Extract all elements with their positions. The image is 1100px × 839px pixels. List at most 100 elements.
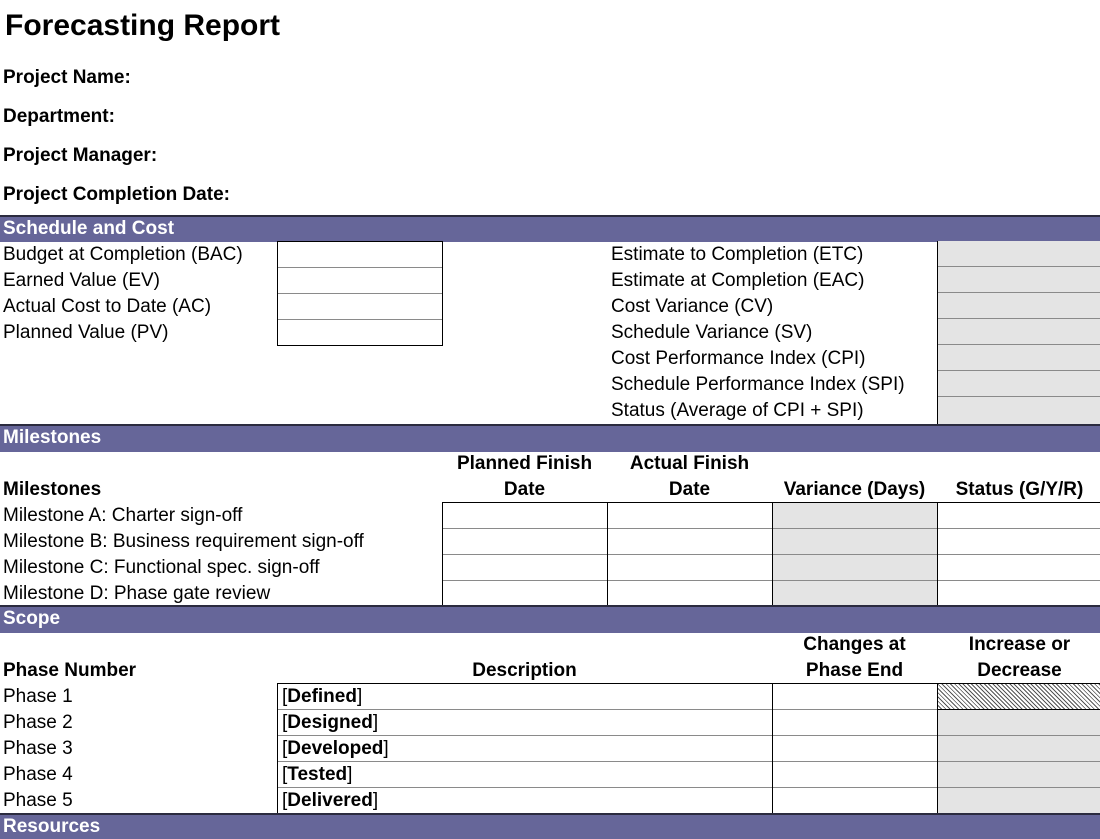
increase-decrease-value [938, 762, 1100, 788]
phase-label: Phase 4 [3, 764, 73, 785]
sv-label: Schedule Variance (SV) [611, 322, 813, 343]
department-label: Department: [3, 106, 115, 127]
status-value [938, 397, 1100, 424]
variance-value [773, 555, 937, 581]
ac-label: Actual Cost to Date (AC) [3, 296, 212, 317]
actual-finish-column [607, 503, 772, 606]
increase-decrease-value-hatched [938, 684, 1100, 710]
cv-label: Cost Variance (CV) [611, 296, 774, 317]
phase-label: Phase 5 [3, 790, 73, 811]
schedule-inputs-box [277, 241, 443, 346]
increase-decrease-column [937, 684, 1100, 814]
spi-value [938, 371, 1100, 397]
changes-input[interactable] [773, 788, 937, 813]
bac-label: Budget at Completion (BAC) [3, 244, 243, 265]
description-column: [Defined] [Designed] [Developed] [Tested… [277, 684, 772, 814]
cv-value [938, 293, 1100, 319]
planned-finish-column [442, 503, 607, 606]
calculated-values-column [937, 241, 1100, 424]
phase-number-header: Phase Number [3, 660, 137, 681]
planned-finish-header-line2: Date [503, 479, 546, 500]
planned-finish-header-line1: Planned Finish [456, 453, 593, 474]
pv-label: Planned Value (PV) [3, 322, 169, 343]
description-input[interactable]: [Delivered] [278, 788, 772, 813]
milestone-a-label: Milestone A: Charter sign-off [3, 505, 243, 526]
actual-finish-header-line1: Actual Finish [629, 453, 750, 474]
changes-column [772, 684, 937, 814]
variance-header: Variance (Days) [783, 479, 926, 500]
planned-finish-input[interactable] [443, 503, 607, 529]
increase-decrease-header-line1: Increase or [968, 634, 1071, 655]
description-text: Delivered [287, 790, 373, 811]
planned-finish-input[interactable] [443, 555, 607, 581]
milestone-b-label: Milestone B: Business requirement sign-o… [3, 531, 364, 552]
status-input[interactable] [938, 503, 1100, 529]
bracket-close: ] [372, 790, 379, 811]
planned-finish-input[interactable] [443, 581, 607, 605]
actual-finish-input[interactable] [608, 555, 772, 581]
planned-finish-input[interactable] [443, 529, 607, 555]
phase-label: Phase 2 [3, 712, 73, 733]
actual-finish-input[interactable] [608, 581, 772, 605]
description-header: Description [472, 660, 577, 681]
ac-input[interactable] [278, 294, 442, 320]
cpi-value [938, 345, 1100, 371]
changes-input[interactable] [773, 736, 937, 762]
ev-input[interactable] [278, 268, 442, 294]
increase-decrease-value [938, 788, 1100, 813]
phase-label: Phase 1 [3, 686, 73, 707]
page-title: Forecasting Report [5, 9, 281, 42]
cpi-label: Cost Performance Index (CPI) [611, 348, 866, 369]
eac-label: Estimate at Completion (EAC) [611, 270, 865, 291]
sv-value [938, 319, 1100, 345]
description-text: Designed [287, 712, 373, 733]
actual-finish-input[interactable] [608, 529, 772, 555]
milestone-c-label: Milestone C: Functional spec. sign-off [3, 557, 320, 578]
project-name-label: Project Name: [3, 67, 131, 88]
description-input[interactable]: [Tested] [278, 762, 772, 788]
description-input[interactable]: [Designed] [278, 710, 772, 736]
changes-input[interactable] [773, 684, 937, 710]
increase-decrease-header-line2: Decrease [977, 660, 1062, 681]
scope-grid: [Defined] [Designed] [Developed] [Tested… [277, 683, 1100, 814]
variance-value [773, 581, 937, 605]
actual-finish-header-line2: Date [668, 479, 711, 500]
section-header-resources: Resources [0, 813, 1100, 839]
project-manager-label: Project Manager: [3, 145, 158, 166]
section-header-scope: Scope [0, 605, 1100, 633]
description-text: Developed [287, 738, 384, 759]
bracket-close: ] [356, 686, 363, 707]
milestones-column-header: Milestones [3, 479, 102, 500]
bracket-close: ] [347, 764, 353, 785]
increase-decrease-value [938, 710, 1100, 736]
pv-input[interactable] [278, 320, 442, 344]
status-label: Status (Average of CPI + SPI) [611, 400, 864, 421]
section-header-milestones: Milestones [0, 424, 1100, 452]
description-input[interactable]: [Defined] [278, 684, 772, 710]
changes-input[interactable] [773, 710, 937, 736]
milestones-grid [442, 502, 1100, 606]
status-column [937, 503, 1100, 606]
variance-value [773, 503, 937, 529]
increase-decrease-value [938, 736, 1100, 762]
eac-value [938, 267, 1100, 293]
phase-label: Phase 3 [3, 738, 73, 759]
completion-date-label: Project Completion Date: [3, 184, 230, 205]
description-input[interactable]: [Developed] [278, 736, 772, 762]
ev-label: Earned Value (EV) [3, 270, 161, 291]
status-input[interactable] [938, 529, 1100, 555]
milestone-d-label: Milestone D: Phase gate review [3, 583, 271, 604]
etc-value [938, 241, 1100, 267]
description-text: Defined [287, 686, 357, 707]
changes-input[interactable] [773, 762, 937, 788]
status-header: Status (G/Y/R) [955, 479, 1084, 500]
bac-input[interactable] [278, 242, 442, 268]
changes-header-line2: Phase End [805, 660, 904, 681]
etc-label: Estimate to Completion (ETC) [611, 244, 864, 265]
status-input[interactable] [938, 581, 1100, 605]
bracket-close: ] [372, 712, 379, 733]
section-header-schedule-cost: Schedule and Cost [0, 215, 1100, 242]
status-input[interactable] [938, 555, 1100, 581]
bracket-close: ] [383, 738, 389, 759]
actual-finish-input[interactable] [608, 503, 772, 529]
